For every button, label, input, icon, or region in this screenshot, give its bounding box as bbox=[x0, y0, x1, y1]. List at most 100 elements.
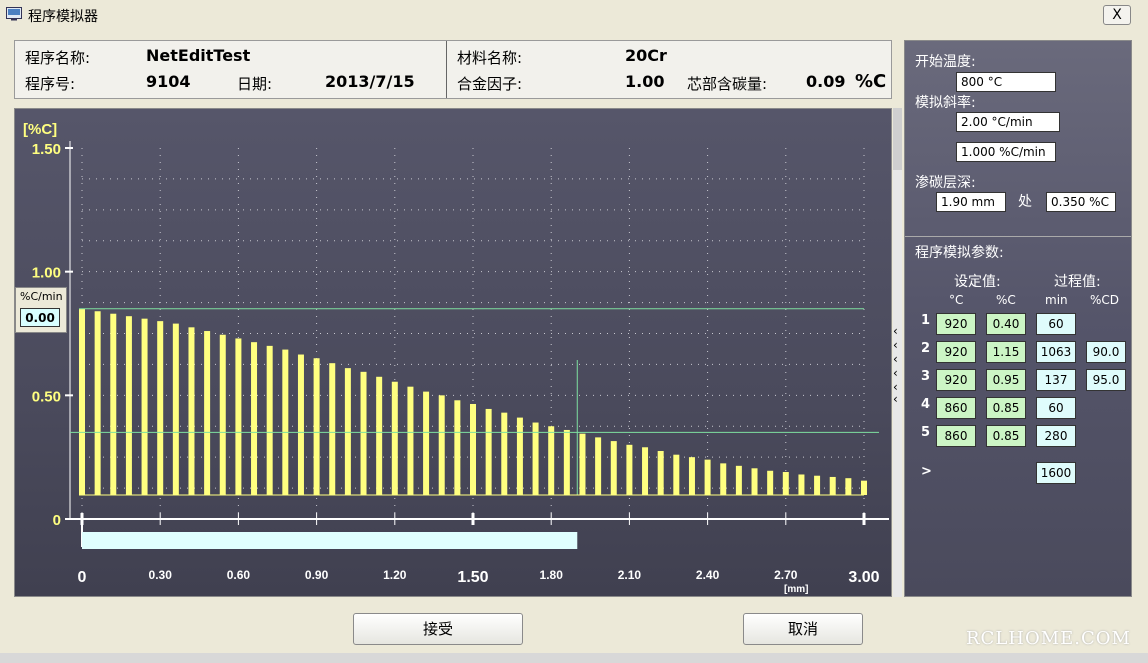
bar bbox=[595, 437, 602, 495]
param-carbon-cell[interactable]: 1.15 bbox=[986, 341, 1026, 363]
param-carbon-cell[interactable]: 0.40 bbox=[986, 313, 1026, 335]
program-name-value: NetEditTest bbox=[146, 46, 251, 65]
param-temp-cell[interactable]: 920 bbox=[936, 369, 976, 391]
col-cd-header: %CD bbox=[1090, 293, 1120, 307]
bar bbox=[861, 480, 867, 495]
bar bbox=[407, 386, 414, 495]
param-cd-cell[interactable]: 95.0 bbox=[1086, 369, 1126, 391]
slope-temp-field[interactable]: 2.00 °C/min bbox=[956, 112, 1060, 132]
param-carbon-cell[interactable]: 0.95 bbox=[986, 369, 1026, 391]
bar bbox=[266, 345, 273, 495]
x-tick-label: 1.50 bbox=[457, 569, 488, 586]
alloy-factor-label: 合金因子: bbox=[457, 75, 523, 93]
slope-carbon-field[interactable]: 1.000 %C/min bbox=[956, 142, 1056, 162]
bar bbox=[516, 417, 523, 495]
param-temp-cell[interactable]: 860 bbox=[936, 425, 976, 447]
case-depth-label: 渗碳层深: bbox=[915, 175, 976, 191]
x-tick-label: 2.40 bbox=[696, 568, 720, 582]
panel-divider bbox=[905, 236, 1131, 237]
param-minutes-cell[interactable]: 1063 bbox=[1036, 341, 1076, 363]
row-pointer-arrow: ‹ bbox=[893, 366, 898, 380]
row-pointer-arrow: ‹ bbox=[893, 352, 898, 366]
total-marker: > bbox=[921, 464, 932, 479]
bar bbox=[313, 358, 320, 495]
material-label: 材料名称: bbox=[457, 49, 523, 67]
bar bbox=[172, 323, 179, 495]
carbon-profile-plot: 0 0.50 1.00 1.50 [%C] 0 0.30 0.60 0.90 1.20 1.50 1.… bbox=[23, 121, 889, 595]
bar bbox=[563, 429, 570, 495]
program-info-panel: 程序名称: NetEditTest 程序号: 9104 日期: 2013/7/1… bbox=[14, 40, 892, 99]
param-temp-cell[interactable]: 860 bbox=[936, 397, 976, 419]
bar bbox=[423, 391, 430, 495]
bar bbox=[782, 472, 789, 495]
param-carbon-cell[interactable]: 0.85 bbox=[986, 397, 1026, 419]
title-bar: 程序模拟器 X bbox=[0, 0, 1148, 30]
col-temp-header: °C bbox=[949, 293, 964, 307]
start-temp-label: 开始温度: bbox=[915, 54, 976, 70]
bar bbox=[297, 354, 304, 495]
bar bbox=[125, 316, 132, 495]
x-tick-label: 0 bbox=[78, 569, 87, 586]
app-icon bbox=[6, 7, 22, 21]
bar bbox=[704, 459, 711, 495]
param-minutes-cell[interactable]: 137 bbox=[1036, 369, 1076, 391]
param-minutes-cell[interactable]: 60 bbox=[1036, 397, 1076, 419]
total-minutes: 1600 bbox=[1036, 462, 1076, 484]
bar bbox=[610, 441, 617, 495]
case-carbon-field[interactable]: 0.350 %C bbox=[1046, 192, 1116, 212]
param-cd-cell[interactable]: 90.0 bbox=[1086, 341, 1126, 363]
bar bbox=[688, 457, 695, 495]
x-tick-label: 3.00 bbox=[848, 569, 879, 586]
close-button[interactable]: X bbox=[1103, 5, 1131, 25]
param-row-number: 1 bbox=[921, 313, 931, 328]
bar bbox=[814, 475, 821, 495]
y-tick-label: 1.50 bbox=[32, 141, 61, 158]
bar bbox=[94, 311, 101, 495]
taskbar-strip bbox=[0, 653, 1148, 663]
info-divider bbox=[446, 41, 447, 98]
col-carbon-header: %C bbox=[996, 293, 1016, 307]
x-tick-label: 0.30 bbox=[149, 568, 173, 582]
core-carbon-label: 芯部含碳量: bbox=[687, 75, 768, 93]
rate-readout-label: %C/min bbox=[20, 290, 63, 303]
bar bbox=[376, 376, 383, 495]
watermark: RCLHOME.COM bbox=[966, 628, 1131, 649]
progress-bar bbox=[82, 532, 578, 549]
param-minutes-cell[interactable]: 60 bbox=[1036, 313, 1076, 335]
slope-label: 模拟斜率: bbox=[915, 95, 976, 111]
accept-button[interactable]: 接受 bbox=[353, 613, 523, 645]
cancel-button[interactable]: 取消 bbox=[743, 613, 863, 645]
core-carbon-value: 0.09 bbox=[806, 72, 846, 91]
case-depth-field[interactable]: 1.90 mm bbox=[936, 192, 1006, 212]
date-label: 日期: bbox=[237, 75, 273, 93]
param-minutes-cell[interactable]: 280 bbox=[1036, 425, 1076, 447]
row-pointer-arrow: ‹ bbox=[893, 392, 898, 406]
bar bbox=[485, 408, 492, 495]
bar bbox=[235, 338, 242, 495]
bar bbox=[767, 470, 774, 495]
bar bbox=[845, 478, 852, 495]
window-title: 程序模拟器 bbox=[28, 9, 98, 25]
param-temp-cell[interactable]: 920 bbox=[936, 313, 976, 335]
param-row-number: 3 bbox=[921, 369, 931, 384]
bar bbox=[579, 433, 586, 495]
x-tick-label: 1.80 bbox=[540, 568, 564, 582]
param-temp-cell[interactable]: 920 bbox=[936, 341, 976, 363]
at-label: 处 bbox=[1018, 194, 1032, 210]
y-tick-label: 0.50 bbox=[32, 388, 61, 405]
bar bbox=[735, 465, 742, 495]
y-tick-label: 1.00 bbox=[32, 265, 61, 282]
bar bbox=[438, 395, 445, 495]
material-value: 20Cr bbox=[625, 46, 667, 65]
y-tick-label: 0 bbox=[53, 512, 61, 529]
start-temp-field[interactable]: 800 °C bbox=[956, 72, 1056, 92]
param-carbon-cell[interactable]: 0.85 bbox=[986, 425, 1026, 447]
chart-scrollbar-thumb[interactable] bbox=[893, 108, 902, 170]
x-tick-label: 0.90 bbox=[305, 568, 329, 582]
col-min-header: min bbox=[1045, 293, 1068, 307]
program-no-value: 9104 bbox=[146, 72, 191, 91]
core-carbon-unit: %C bbox=[855, 71, 887, 92]
bar bbox=[157, 321, 164, 495]
x-axis-unit: [mm] bbox=[784, 584, 808, 595]
bar bbox=[501, 412, 508, 495]
